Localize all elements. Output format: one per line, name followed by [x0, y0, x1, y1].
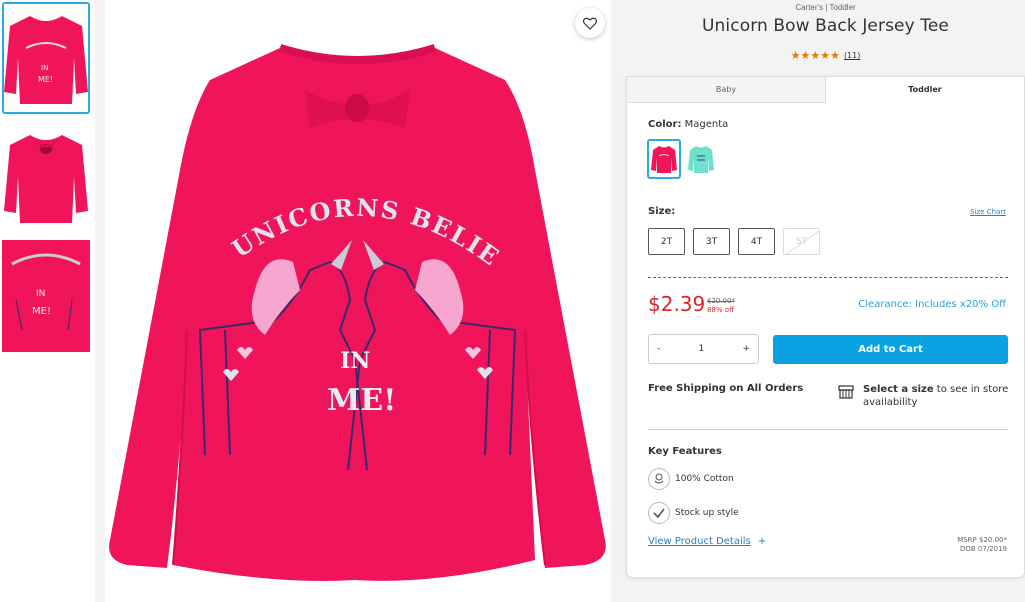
- discount-percent: 88% off: [707, 306, 734, 314]
- dob-value: DOB 07/2019: [959, 545, 1007, 553]
- free-shipping-note: Free Shipping on All Orders: [648, 383, 804, 394]
- svg-text:IN: IN: [41, 64, 48, 72]
- thumbnail-closeup[interactable]: IN ME!: [2, 240, 90, 352]
- decrement-button[interactable]: -: [657, 344, 660, 354]
- store-icon: [838, 385, 854, 399]
- shirt-me-text: ME!: [327, 383, 396, 418]
- store-availability[interactable]: Select a size to see in store availabili…: [863, 383, 1013, 409]
- color-label-text: Color:: [648, 119, 682, 130]
- rating: ★★★★★ (11): [626, 49, 1025, 62]
- feature-cotton: 100% Cotton: [648, 468, 734, 490]
- size-label-text: Size:: [648, 206, 676, 217]
- size-chart-link[interactable]: Size Chart: [970, 208, 1006, 216]
- brand-line: Carter's | Toddler: [795, 3, 856, 12]
- divider: [648, 429, 1008, 430]
- add-to-cart-button[interactable]: Add to Cart: [773, 335, 1008, 364]
- size-option-5t: 5T: [783, 228, 820, 255]
- cotton-icon: [648, 468, 670, 490]
- tab-toddler[interactable]: Toddler: [826, 77, 1024, 103]
- thumbnail-strip: IN ME! IN ME!: [0, 0, 95, 602]
- age-tabs: Baby Toddler: [627, 77, 1024, 103]
- feature-cotton-label: 100% Cotton: [675, 474, 734, 484]
- divider: [648, 277, 1008, 278]
- view-product-details-link[interactable]: View Product Details +: [648, 536, 766, 547]
- sale-price: $2.39: [648, 292, 706, 316]
- product-title: Unicorn Bow Back Jersey Tee: [702, 16, 949, 36]
- product-page: IN ME! IN ME! UNICORNS BELIE IN ME! Cart…: [0, 0, 1025, 602]
- magenta-shirt-icon: [651, 146, 677, 173]
- size-label: Size:: [648, 206, 675, 217]
- original-price: $20.00*: [707, 297, 735, 305]
- store-availability-bold: Select a size: [863, 384, 934, 395]
- svg-text:ME!: ME!: [38, 75, 53, 84]
- heart-icon: [583, 17, 597, 30]
- feature-stock-up-label: Stock up style: [675, 508, 739, 518]
- quantity-stepper: - 1 +: [648, 334, 759, 364]
- svg-text:IN: IN: [36, 289, 45, 299]
- feature-stock-up: Stock up style: [648, 502, 739, 524]
- purchase-card: Baby Toddler Color: Magenta Size: Size C…: [626, 76, 1025, 578]
- favorite-button[interactable]: [575, 8, 605, 38]
- check-icon: [648, 502, 670, 524]
- thumbnail-back[interactable]: [2, 121, 90, 233]
- quantity-value[interactable]: 1: [698, 344, 704, 354]
- increment-button[interactable]: +: [742, 344, 750, 354]
- size-option-4t[interactable]: 4T: [738, 228, 775, 255]
- swatch-aqua[interactable]: [684, 139, 718, 179]
- view-details-text: View Product Details: [648, 536, 751, 547]
- thumbnail-front[interactable]: IN ME!: [2, 2, 90, 114]
- tab-baby[interactable]: Baby: [627, 77, 826, 103]
- size-option-3t[interactable]: 3T: [693, 228, 730, 255]
- main-product-image: UNICORNS BELIEVE IN ME!: [105, 0, 611, 602]
- swatch-magenta[interactable]: [647, 139, 681, 179]
- msrp-value: MSRP $20.00*: [957, 536, 1007, 544]
- msrp-info: MSRP $20.00* DOB 07/2019: [957, 536, 1007, 554]
- shirt-illustration: UNICORNS BELIEVE IN ME!: [105, 0, 606, 581]
- color-label: Color: Magenta: [648, 119, 728, 130]
- size-option-2t[interactable]: 2T: [648, 228, 685, 255]
- aqua-shirt-icon: [688, 146, 714, 173]
- svg-text:ME!: ME!: [32, 306, 51, 317]
- review-count-link[interactable]: (11): [844, 51, 860, 60]
- clearance-note: Clearance: Includes x20% Off: [858, 299, 1006, 310]
- star-rating-icon: ★★★★★: [790, 49, 840, 62]
- product-info: Carter's | Toddler Unicorn Bow Back Jers…: [626, 0, 1025, 602]
- shirt-in-text: IN: [340, 348, 370, 374]
- color-value: Magenta: [684, 119, 729, 130]
- expand-plus-icon: +: [757, 536, 767, 547]
- key-features-heading: Key Features: [648, 446, 722, 457]
